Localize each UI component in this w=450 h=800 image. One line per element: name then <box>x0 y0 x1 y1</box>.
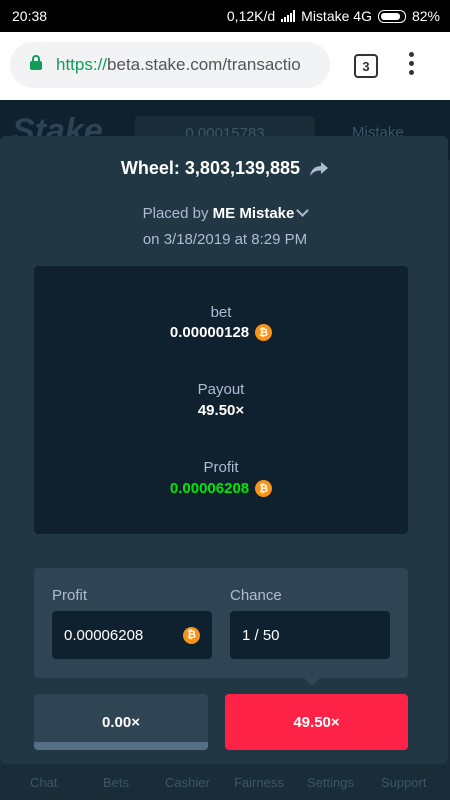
payout-value: 49.50× <box>197 402 245 419</box>
profit-field[interactable]: 0.00006208 ₿ <box>52 611 212 659</box>
profit-label: Profit <box>203 459 239 476</box>
placed-by-label: Placed by <box>142 205 213 222</box>
status-time: 20:38 <box>12 8 48 24</box>
share-icon[interactable] <box>309 161 329 177</box>
nav-bets[interactable]: Bets <box>103 775 129 790</box>
stats-profit-label: Profit <box>52 587 88 604</box>
multiplier-0-bar <box>34 742 208 750</box>
tab-switcher-button[interactable]: 3 <box>354 54 378 78</box>
bet-title-text: Wheel: 3,803,139,885 <box>120 158 301 178</box>
profit-amount: 0.00006208 ₿ <box>34 480 408 497</box>
network-speed: 0,12K/d <box>226 8 276 24</box>
battery-level: 82% <box>411 8 440 24</box>
profit-field-value: 0.00006208 <box>64 626 144 644</box>
btc-icon: ₿ <box>255 480 273 497</box>
multiplier-49-label: 49.50× <box>293 713 340 731</box>
battery-icon <box>377 9 406 23</box>
bet-amount-value: 0.00000128 <box>169 324 250 341</box>
nav-support[interactable]: Support <box>381 775 427 790</box>
nav-settings[interactable]: Settings <box>307 775 354 790</box>
lock-icon <box>30 54 42 70</box>
overflow-menu-icon[interactable] <box>408 52 414 79</box>
browser-toolbar: https://beta.stake.com/transactio 3 <box>0 32 450 100</box>
chance-field[interactable]: 1 / 50 <box>230 611 390 659</box>
bet-user[interactable]: ME Mistake <box>213 205 295 222</box>
signal-icon <box>281 10 296 22</box>
bet-title: Wheel: 3,803,139,885 <box>0 158 450 179</box>
bet-label: bet <box>210 304 232 321</box>
btc-icon: ₿ <box>255 324 273 341</box>
stats-chance-label: Chance <box>230 587 282 604</box>
chance-field-value: 1 / 50 <box>242 626 280 644</box>
nav-cashier[interactable]: Cashier <box>165 775 210 790</box>
placed-by-line: Placed by ME Mistake <box>0 204 450 222</box>
bet-date: on 3/18/2019 at 8:29 PM <box>142 231 308 248</box>
status-indicators: 0,12K/d Mistake 4G 82% <box>227 8 440 24</box>
carrier-name: Mistake 4G <box>301 8 372 24</box>
nav-chat[interactable]: Chat <box>30 775 57 790</box>
bet-amount: 0.00000128 ₿ <box>34 324 408 341</box>
pointer-arrow <box>304 678 320 686</box>
payout-label: Payout <box>197 381 245 398</box>
nav-fairness[interactable]: Fairness <box>234 775 284 790</box>
chevron-down-icon[interactable] <box>296 204 310 217</box>
url-text[interactable]: https://beta.stake.com/transactio <box>56 55 301 75</box>
multiplier-49-button[interactable]: 49.50× <box>225 694 408 750</box>
profit-amount-value: 0.00006208 <box>169 480 250 497</box>
multiplier-0-button[interactable]: 0.00× <box>34 694 208 750</box>
url-scheme: https:// <box>56 55 108 74</box>
address-bar[interactable]: https://beta.stake.com/transactio <box>10 42 330 88</box>
btc-icon: ₿ <box>183 626 200 644</box>
url-host: beta.stake.com/transactio <box>107 55 301 74</box>
status-bar: 20:38 0,12K/d Mistake 4G 82% <box>0 0 450 32</box>
multiplier-0-label: 0.00× <box>102 713 140 731</box>
